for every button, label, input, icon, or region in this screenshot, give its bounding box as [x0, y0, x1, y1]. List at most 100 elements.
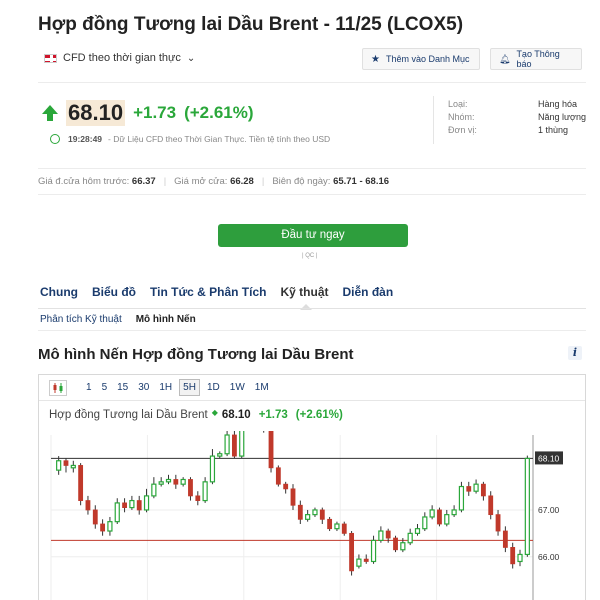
info-value: Năng lượng: [538, 112, 586, 122]
candle: [78, 465, 84, 501]
candle: [437, 509, 442, 525]
candle: [451, 509, 457, 516]
candle: [114, 502, 120, 523]
candle: [407, 532, 413, 544]
quote-time-row: 19:28:49 - Dữ Liệu CFD theo Thời Gian Th…: [50, 134, 331, 144]
candle: [327, 518, 333, 530]
chart-toolbar: 1 5 15 30 1H 5H 1D 1W 1M: [39, 375, 585, 401]
prev-close-value: 66.37: [131, 176, 156, 187]
candle: [400, 542, 406, 551]
candle: [232, 434, 237, 457]
divider: [38, 82, 586, 83]
candle: [480, 483, 486, 497]
uk-flag-icon: [44, 53, 57, 63]
candle: [334, 523, 340, 530]
add-to-watchlist-button[interactable]: ★ Thêm vào Danh Mục: [362, 48, 480, 70]
day-range-value: 65.71 - 68.16: [333, 176, 390, 187]
candlestick-chart[interactable]: 68.1067.0066.0065.00: [39, 431, 585, 600]
candle: [283, 483, 289, 490]
cfd-selector[interactable]: CFD theo thời gian thực ⌄: [44, 52, 195, 64]
candle: [517, 553, 523, 563]
candle: [100, 523, 106, 532]
candle: [524, 457, 530, 556]
chevron-down-icon: ⌄: [186, 52, 196, 64]
chart-container: 1 5 15 30 1H 5H 1D 1W 1M Hợp đồng Tương …: [38, 374, 586, 600]
prev-close-label: Giá đ.cửa hôm trước:: [38, 176, 130, 187]
candle: [290, 488, 296, 506]
period-1h[interactable]: 1H: [156, 380, 175, 395]
divider: [38, 330, 586, 331]
divider: [433, 96, 434, 144]
info-key: Đơn vị:: [448, 125, 477, 135]
candle: [202, 481, 208, 502]
divider: [38, 168, 586, 169]
y-tick-label: 67.00: [538, 505, 560, 515]
candle: [143, 495, 150, 511]
candle: [393, 537, 398, 551]
chart-change-pct: (+2.61%): [295, 409, 343, 421]
period-1[interactable]: 1: [83, 380, 95, 395]
candle: [458, 485, 465, 511]
period-30[interactable]: 30: [135, 380, 152, 395]
tab-chart[interactable]: Biểu đồ: [92, 285, 136, 299]
period-1d[interactable]: 1D: [204, 380, 223, 395]
candle: [70, 464, 76, 469]
quote-time-note: - Dữ Liệu CFD theo Thời Gian Thực. Tiền …: [108, 134, 331, 144]
info-icon[interactable]: i: [568, 346, 582, 360]
candle: [370, 539, 377, 563]
candle: [341, 523, 347, 534]
period-15[interactable]: 15: [114, 380, 131, 395]
quote-time: 19:28:49: [68, 134, 103, 144]
clock-icon: [50, 134, 60, 144]
main-tabs: Chung Biểu đồ Tin Tức & Phân Tích Kỹ thu…: [40, 285, 393, 299]
bell-icon: 🔔︎: [499, 53, 511, 64]
candle: [63, 460, 69, 466]
create-alert-button[interactable]: 🔔︎ Tạo Thông báo: [490, 48, 582, 70]
candle: [268, 431, 274, 469]
period-5[interactable]: 5: [99, 380, 111, 395]
tab-technical[interactable]: Kỹ thuật: [280, 285, 328, 299]
subtab-technical-analysis[interactable]: Phân tích Kỹ thuật: [40, 314, 122, 325]
chart-header: Hợp đồng Tương lai Dầu Brent ◆ 68.10 +1.…: [49, 408, 343, 422]
tab-general[interactable]: Chung: [40, 285, 78, 299]
candle: [473, 483, 479, 492]
active-tab-indicator: [300, 304, 312, 310]
period-5h[interactable]: 5H: [179, 379, 200, 396]
chart-change: +1.73: [258, 409, 288, 421]
chart-instrument-name: Hợp đồng Tương lai Dầu Brent: [49, 409, 208, 421]
divider: [38, 308, 586, 309]
period-1w[interactable]: 1W: [227, 380, 248, 395]
candle: [173, 479, 179, 485]
candlestick-icon[interactable]: [49, 379, 67, 396]
chart-price: 68.10: [221, 409, 251, 421]
candle: [510, 547, 516, 565]
tab-forum[interactable]: Diễn đàn: [342, 285, 393, 299]
y-tick-label: 66.00: [538, 552, 560, 562]
candle: [312, 509, 318, 516]
y-tick-label: 68.10: [538, 453, 560, 463]
candle: [224, 434, 230, 455]
period-1m[interactable]: 1M: [252, 380, 272, 395]
candle: [107, 521, 113, 532]
alert-label: Tạo Thông báo: [516, 49, 560, 69]
ad-label: | QC |: [302, 253, 318, 259]
quote-row: 68.10 +1.73 (+2.61%): [42, 100, 254, 126]
candle: [85, 500, 91, 511]
candle: [209, 455, 216, 483]
arrow-up-icon: [42, 104, 58, 121]
subtab-candlestick-patterns[interactable]: Mô hình Nến: [136, 314, 196, 325]
tab-news-analysis[interactable]: Tin Tức & Phân Tích: [150, 285, 266, 299]
candle: [92, 509, 98, 525]
invest-now-button[interactable]: Đầu tư ngay: [218, 224, 408, 247]
candle: [466, 486, 472, 492]
last-price: 68.10: [66, 100, 126, 126]
candle: [56, 460, 62, 471]
sub-tabs: Phân tích Kỹ thuật Mô hình Nến: [40, 314, 196, 325]
day-range-label: Biên độ ngày:: [272, 176, 331, 187]
candle: [195, 495, 201, 501]
candle: [165, 478, 172, 483]
candle: [429, 509, 435, 518]
candle: [349, 532, 354, 572]
price-change: +1.73: [133, 103, 177, 122]
info-value: Hàng hóa: [538, 99, 578, 109]
